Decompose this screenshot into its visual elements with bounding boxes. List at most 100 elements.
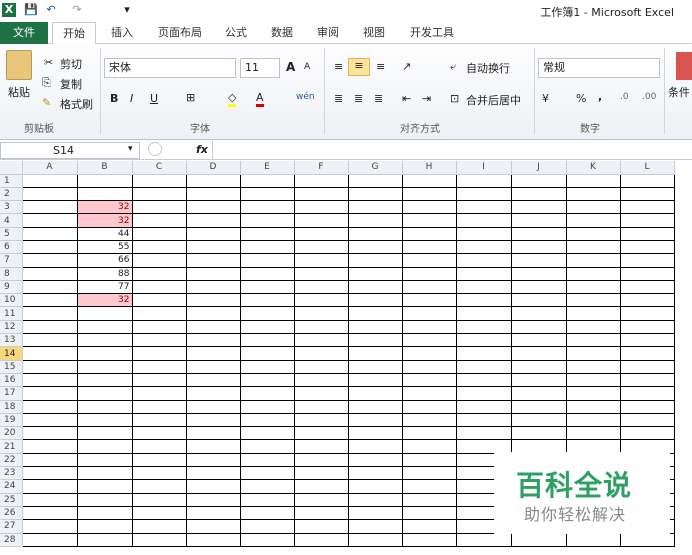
cell-k12[interactable] <box>566 320 621 335</box>
row-header-9[interactable]: 9 <box>0 280 23 295</box>
cut-button[interactable]: 剪切 <box>60 56 82 72</box>
cell-k7[interactable] <box>566 253 621 268</box>
cell-k15[interactable] <box>566 360 621 374</box>
cell-l10[interactable] <box>620 293 675 308</box>
cell-b26[interactable] <box>77 506 133 521</box>
cell-b28[interactable] <box>77 533 133 547</box>
cell-g3[interactable] <box>348 200 403 215</box>
cell-a4[interactable] <box>22 213 78 228</box>
cell-e10[interactable] <box>240 293 295 308</box>
cell-b6[interactable]: 55 <box>77 240 133 255</box>
cell-g5[interactable] <box>348 227 403 241</box>
cell-i19[interactable] <box>456 413 512 428</box>
cell-i18[interactable] <box>456 400 512 414</box>
cell-h6[interactable] <box>402 240 457 255</box>
cell-g18[interactable] <box>348 400 403 414</box>
tab-page-layout[interactable]: 页面布局 <box>150 22 210 44</box>
cell-f12[interactable] <box>294 320 349 335</box>
cell-i15[interactable] <box>456 360 512 374</box>
font-color-button[interactable]: A <box>256 91 264 107</box>
cell-g15[interactable] <box>348 360 403 374</box>
cell-i12[interactable] <box>456 320 512 335</box>
row-header-27[interactable]: 27 <box>0 519 23 534</box>
cell-d22[interactable] <box>186 453 241 468</box>
insert-function-button[interactable]: fx <box>196 143 208 156</box>
column-header-e[interactable]: E <box>240 161 295 175</box>
cell-h3[interactable] <box>402 200 457 215</box>
cell-j3[interactable] <box>511 200 567 215</box>
cell-f23[interactable] <box>294 466 349 481</box>
cell-a13[interactable] <box>22 333 78 348</box>
cell-j5[interactable] <box>511 227 567 241</box>
cell-g10[interactable] <box>348 293 403 308</box>
cell-f14[interactable] <box>294 346 349 361</box>
font-size-dropdown[interactable]: 11 <box>240 58 280 78</box>
cell-f21[interactable] <box>294 439 349 454</box>
cell-d4[interactable] <box>186 213 241 228</box>
cell-i20[interactable] <box>456 426 512 441</box>
border-icon[interactable]: ⊞ <box>186 91 195 104</box>
cell-j18[interactable] <box>511 400 567 414</box>
cell-e7[interactable] <box>240 253 295 268</box>
cell-g14[interactable] <box>348 346 403 361</box>
decrease-decimal-icon[interactable]: .00 <box>642 92 656 102</box>
cell-e24[interactable] <box>240 479 295 494</box>
phonetic-button[interactable]: wén <box>296 92 315 102</box>
cell-d19[interactable] <box>186 413 241 428</box>
row-header-26[interactable]: 26 <box>0 506 23 521</box>
cell-a11[interactable] <box>22 306 78 321</box>
cell-a23[interactable] <box>22 466 78 481</box>
cell-k1[interactable] <box>566 174 621 188</box>
cell-l28[interactable] <box>620 533 675 547</box>
column-header-l[interactable]: L <box>620 161 675 175</box>
cell-j1[interactable] <box>511 174 567 188</box>
cell-h26[interactable] <box>402 506 457 521</box>
format-painter-icon[interactable]: ✎ <box>42 96 51 109</box>
cell-h20[interactable] <box>402 426 457 441</box>
cell-k6[interactable] <box>566 240 621 255</box>
cell-e5[interactable] <box>240 227 295 241</box>
copy-icon[interactable]: ⎘ <box>42 76 51 90</box>
cell-c13[interactable] <box>132 333 187 348</box>
undo-icon[interactable]: ↶ <box>44 3 58 17</box>
cell-e14[interactable] <box>240 346 295 361</box>
row-header-13[interactable]: 13 <box>0 333 23 348</box>
cell-i8[interactable] <box>456 267 512 281</box>
cell-d1[interactable] <box>186 174 241 188</box>
row-header-8[interactable]: 8 <box>0 267 23 281</box>
cell-h22[interactable] <box>402 453 457 468</box>
cell-c10[interactable] <box>132 293 187 308</box>
cell-g12[interactable] <box>348 320 403 335</box>
cell-l14[interactable] <box>620 346 675 361</box>
cell-c12[interactable] <box>132 320 187 335</box>
select-all-corner[interactable] <box>0 161 23 175</box>
cell-e23[interactable] <box>240 466 295 481</box>
cell-g9[interactable] <box>348 280 403 295</box>
row-header-5[interactable]: 5 <box>0 227 23 241</box>
wrap-text-button[interactable]: 自动换行 <box>466 60 510 76</box>
conditional-formatting-button[interactable]: 条件 <box>668 84 690 100</box>
cell-c21[interactable] <box>132 439 187 454</box>
cell-j4[interactable] <box>511 213 567 228</box>
cell-h19[interactable] <box>402 413 457 428</box>
cell-c19[interactable] <box>132 413 187 428</box>
cell-b20[interactable] <box>77 426 133 441</box>
italic-button[interactable]: I <box>130 92 133 105</box>
cell-d10[interactable] <box>186 293 241 308</box>
cell-a10[interactable] <box>22 293 78 308</box>
cell-h21[interactable] <box>402 439 457 454</box>
row-header-22[interactable]: 22 <box>0 453 23 468</box>
cell-h11[interactable] <box>402 306 457 321</box>
cell-e26[interactable] <box>240 506 295 521</box>
row-header-12[interactable]: 12 <box>0 320 23 335</box>
cell-e6[interactable] <box>240 240 295 255</box>
align-middle-icon[interactable]: ≡ <box>348 58 370 76</box>
cell-a7[interactable] <box>22 253 78 268</box>
cell-a27[interactable] <box>22 519 78 534</box>
row-header-21[interactable]: 21 <box>0 439 23 454</box>
align-left-icon[interactable]: ≣ <box>334 92 343 105</box>
shrink-font-button[interactable]: A <box>304 62 310 72</box>
underline-button[interactable]: U <box>150 92 158 105</box>
cell-d25[interactable] <box>186 493 241 507</box>
cell-g23[interactable] <box>348 466 403 481</box>
